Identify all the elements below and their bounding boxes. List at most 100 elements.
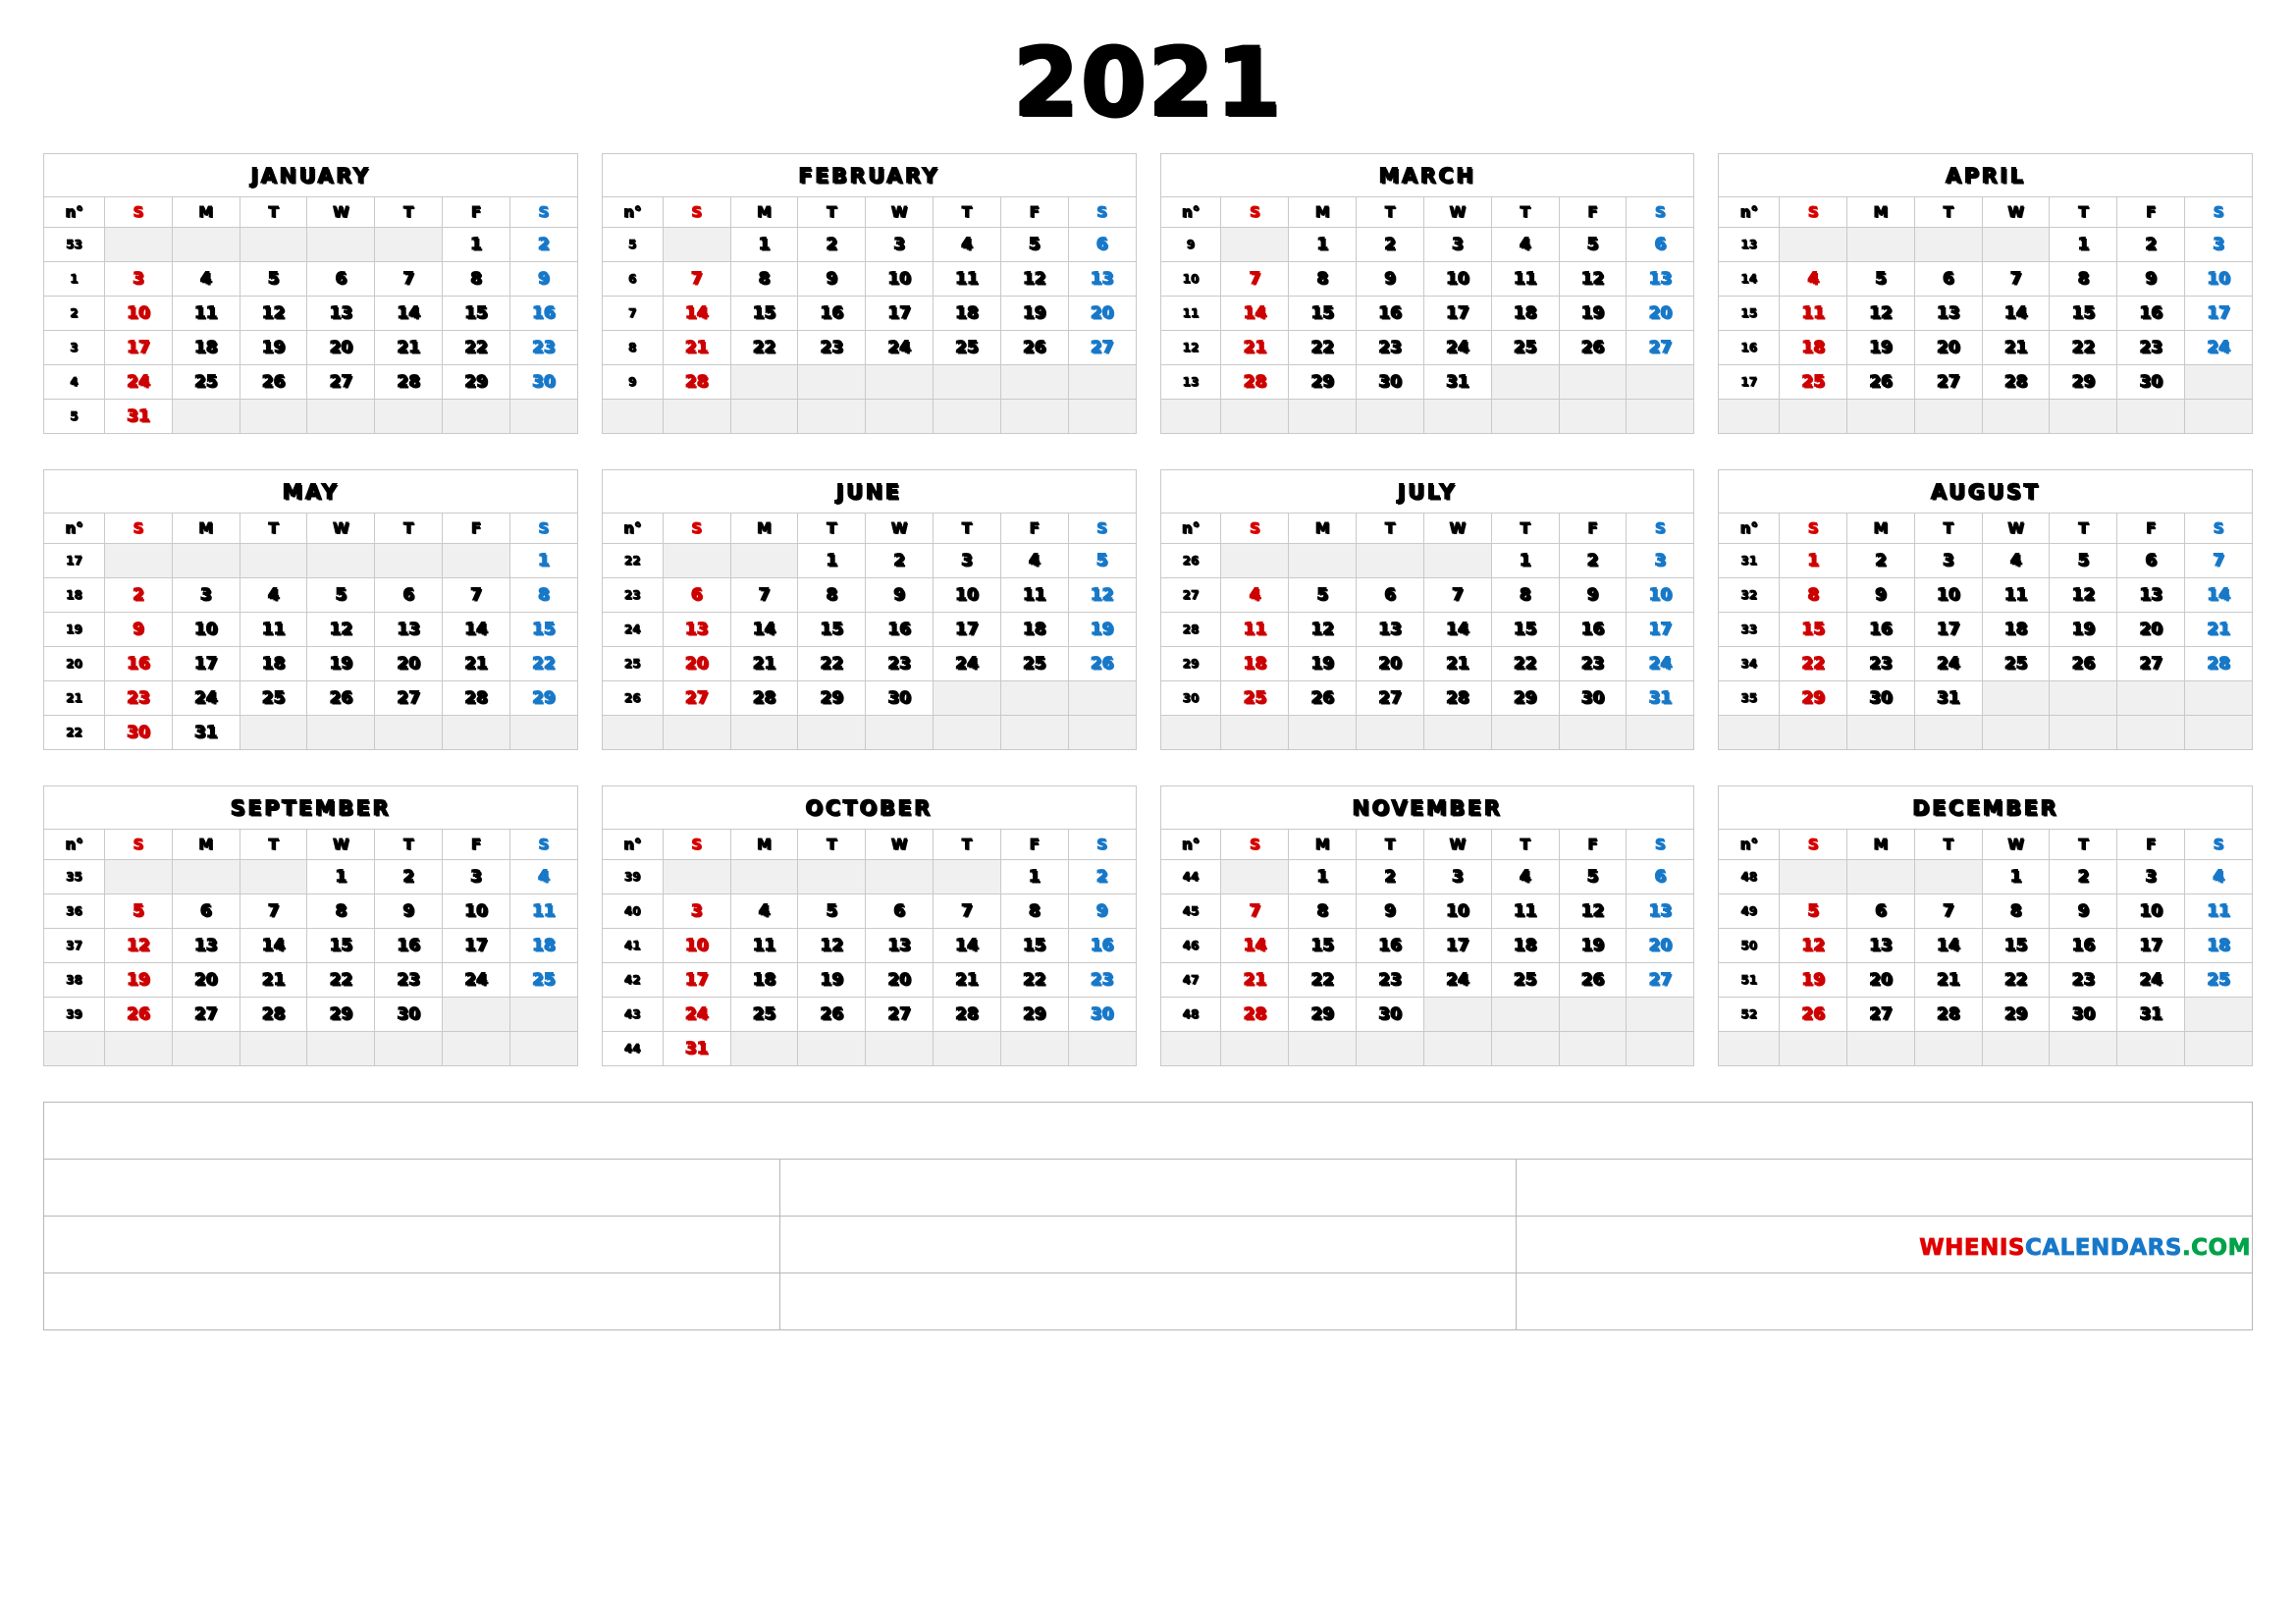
day-cell: 15	[729, 296, 799, 331]
day-cell: 2	[508, 227, 578, 262]
weekday-header-6: F	[1558, 513, 1628, 544]
day-cell: 4	[508, 859, 578, 894]
day-cell: 2	[1356, 227, 1424, 262]
day-cell: 27	[1626, 330, 1695, 365]
notes-cell[interactable]	[1516, 1272, 2253, 1330]
notes-cell[interactable]	[43, 1272, 780, 1330]
notes-cell[interactable]	[779, 1159, 1517, 1217]
day-cell: 27	[1356, 680, 1424, 716]
day-cell: 2	[1846, 543, 1915, 578]
month-name: AUGUST	[1718, 469, 2253, 514]
week-number: 8	[601, 330, 664, 365]
week-number: 36	[43, 893, 105, 929]
day-cell: 6	[2116, 543, 2186, 578]
week-number: 13	[1718, 227, 1781, 262]
notes-cell[interactable]	[43, 1159, 780, 1217]
day-cell: 29	[306, 997, 376, 1032]
week-number: 29	[1159, 646, 1222, 681]
notes-cell[interactable]	[43, 1216, 780, 1273]
weekday-header-7: S	[1067, 513, 1137, 544]
day-cell: 5	[999, 227, 1069, 262]
week-number: 10	[1159, 261, 1222, 297]
day-cell-empty	[2116, 1031, 2186, 1066]
day-cell-empty	[729, 364, 799, 400]
day-cell: 17	[442, 928, 510, 963]
day-cell: 13	[865, 928, 934, 963]
week-number: 22	[43, 715, 105, 750]
day-cell-empty	[1067, 680, 1137, 716]
day-cell: 5	[103, 893, 173, 929]
month-table: DECEMBER n° S M T W T F S 48 1 2 3 4 49 5 6 7 8 9 10 11 50 12 13…	[1718, 785, 2253, 1066]
notes-cell[interactable]	[779, 1272, 1517, 1330]
day-cell: 3	[1422, 227, 1492, 262]
week-row	[1159, 399, 1695, 434]
day-cell: 27	[171, 997, 240, 1032]
day-cell: 2	[374, 859, 444, 894]
day-cell: 1	[306, 859, 376, 894]
day-cell-empty	[999, 364, 1069, 400]
day-cell-empty	[1981, 715, 2051, 750]
week-row: 40 3 4 5 6 7 8 9	[601, 893, 1137, 929]
day-cell: 20	[1067, 296, 1137, 331]
watermark-part-1: WHENIS	[1919, 1235, 2025, 1262]
weekday-header-2: M	[729, 513, 799, 544]
month-name: SEPTEMBER	[43, 785, 578, 830]
weekday-header-5: T	[932, 829, 1001, 860]
month-name: JULY	[1159, 469, 1695, 514]
week-row: 9 28	[601, 364, 1137, 400]
day-cell-empty	[1846, 1031, 1915, 1066]
month-name: NOVEMBER	[1159, 785, 1695, 830]
weekday-header-7: S	[1067, 829, 1137, 860]
day-cell: 24	[865, 330, 934, 365]
weekday-header-2: M	[1288, 829, 1358, 860]
notes-cell[interactable]	[1516, 1159, 2253, 1217]
week-number: 1	[43, 261, 105, 297]
day-cell: 11	[2184, 893, 2253, 929]
day-cell: 28	[442, 680, 510, 716]
week-row: 15 11 12 13 14 15 16 17	[1718, 296, 2253, 331]
day-cell: 22	[1779, 646, 1848, 681]
day-cell-empty	[2184, 715, 2253, 750]
day-cell: 3	[1626, 543, 1695, 578]
week-number: 37	[43, 928, 105, 963]
week-number	[1159, 715, 1222, 750]
day-cell: 17	[1422, 928, 1492, 963]
notes-row	[43, 1272, 2253, 1330]
day-cell: 18	[2184, 928, 2253, 963]
week-row: 31 1 2 3 4 5 6 7	[1718, 543, 2253, 578]
day-cell: 25	[1490, 330, 1560, 365]
weekday-header-4: W	[1422, 829, 1492, 860]
day-cell-empty	[239, 859, 308, 894]
day-cell: 2	[1356, 859, 1424, 894]
day-cell: 9	[1558, 577, 1628, 613]
day-cell: 28	[1220, 364, 1290, 400]
day-cell: 30	[374, 997, 444, 1032]
weekday-header-row: n° S M T W T F S	[1159, 513, 1695, 544]
day-cell-empty	[1981, 680, 2051, 716]
months-grid: JANUARY n° S M T W T F S 53 1 2 1 3 4 5 6 7 8 9 2 10 11 12 13 14 1…	[0, 139, 2296, 1066]
day-cell: 19	[1067, 612, 1137, 647]
weekday-header-7: S	[508, 829, 578, 860]
week-number-header: n°	[1159, 196, 1222, 228]
day-cell: 5	[239, 261, 308, 297]
day-cell-empty	[103, 227, 173, 262]
week-row: 48 1 2 3 4	[1718, 859, 2253, 894]
day-cell: 13	[1626, 261, 1695, 297]
day-cell: 15	[1288, 296, 1358, 331]
notes-cell[interactable]	[779, 1216, 1517, 1273]
day-cell: 9	[1356, 893, 1424, 929]
day-cell: 19	[1558, 296, 1628, 331]
day-cell: 12	[103, 928, 173, 963]
day-cell: 7	[1913, 893, 1983, 929]
weekday-header-6: F	[999, 829, 1069, 860]
month-name: JANUARY	[43, 153, 578, 197]
day-cell: 23	[103, 680, 173, 716]
notes-cell[interactable]	[43, 1102, 2253, 1160]
week-row: 45 7 8 9 10 11 12 13	[1159, 893, 1695, 929]
weekday-header-6: F	[999, 196, 1069, 228]
day-cell: 10	[1422, 261, 1492, 297]
week-row: 2 10 11 12 13 14 15 16	[43, 296, 578, 331]
week-row: 43 24 25 26 27 28 29 30	[601, 997, 1137, 1032]
day-cell: 24	[103, 364, 173, 400]
week-number: 21	[43, 680, 105, 716]
